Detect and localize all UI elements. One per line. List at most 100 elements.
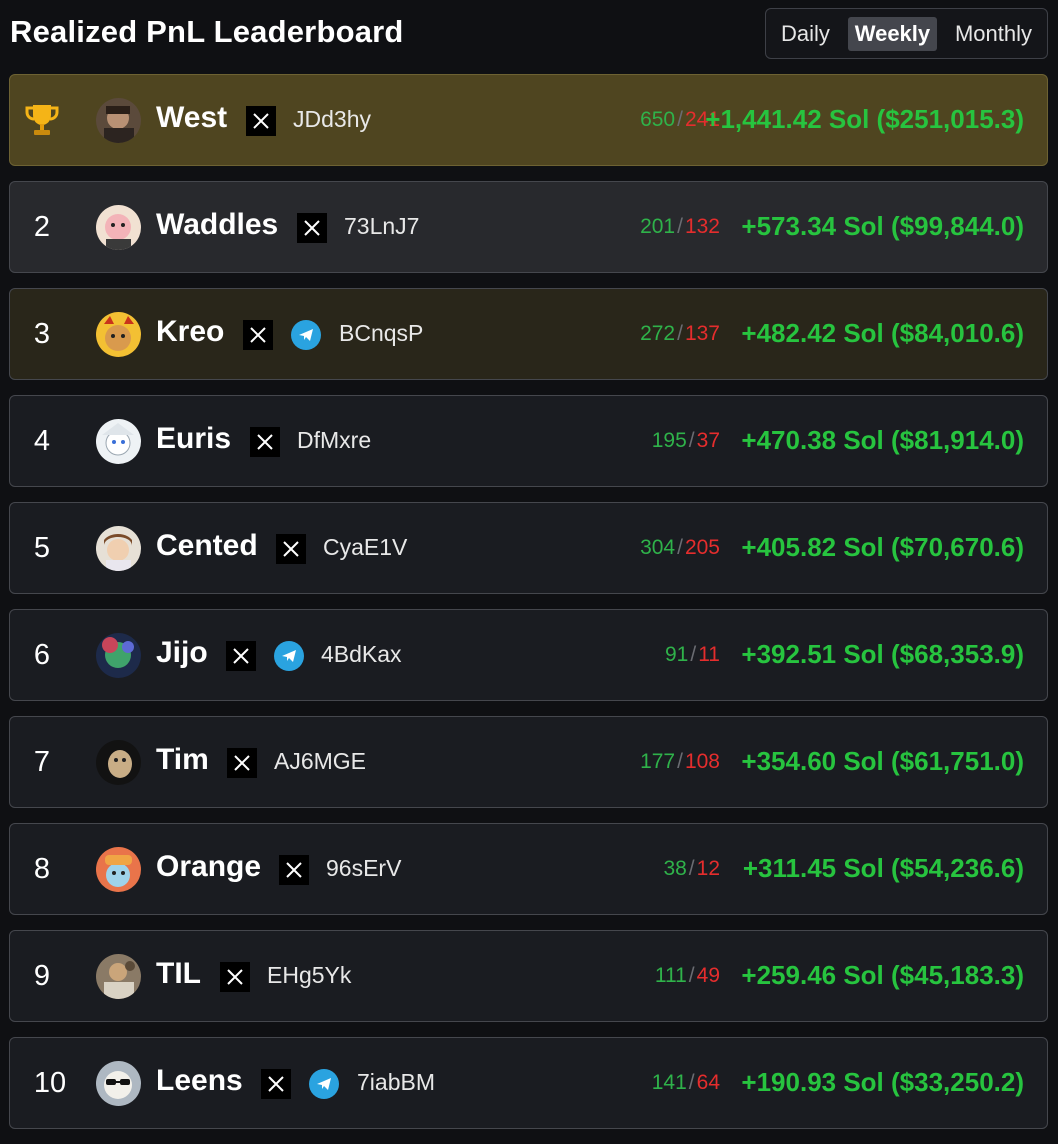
separator: / (677, 215, 683, 238)
rank-number: 4 (33, 424, 51, 457)
rank-number: 6 (33, 638, 51, 671)
trader-name[interactable]: Kreo (156, 315, 224, 349)
header: Realized PnL Leaderboard Daily Weekly Mo… (0, 0, 1058, 68)
x-icon[interactable] (227, 748, 257, 778)
wins-count: 195 (651, 429, 687, 452)
realized-pnl: +354.60 Sol ($61,751.0) (741, 746, 1024, 776)
trader-name[interactable]: Waddles (156, 208, 278, 242)
avatar (96, 312, 141, 357)
wallet-address[interactable]: JDd3hy (293, 106, 371, 133)
rank-number: 9 (33, 959, 51, 992)
trader-name[interactable]: Orange (156, 850, 261, 884)
leaderboard-row[interactable]: 10 Leens 7iabBM 141/64 +190.93 Sol ($33,… (9, 1037, 1048, 1129)
x-icon[interactable] (261, 1069, 291, 1099)
leaderboard-list: West JDd3hy 650/241 +1,441.42 Sol ($251,… (9, 74, 1048, 1144)
avatar (96, 419, 141, 464)
leaderboard-row[interactable]: 5 Cented CyaE1V 304/205 +405.82 Sol ($70… (9, 502, 1048, 594)
telegram-icon[interactable] (274, 641, 304, 671)
losses-count: 12 (696, 857, 720, 880)
rank-number: 7 (33, 745, 51, 778)
avatar (96, 633, 141, 678)
separator: / (677, 108, 683, 131)
wallet-address[interactable]: 73LnJ7 (344, 213, 419, 240)
win-loss-count: 177/108 (640, 750, 720, 774)
realized-pnl: +190.93 Sol ($33,250.2) (741, 1067, 1024, 1097)
page-title: Realized PnL Leaderboard (10, 14, 404, 49)
avatar (96, 98, 141, 143)
realized-pnl: +573.34 Sol ($99,844.0) (741, 211, 1024, 241)
losses-count: 108 (684, 750, 720, 773)
win-loss-count: 272/137 (640, 322, 720, 346)
leaderboard-row[interactable]: 8 Orange 96sErV 38/12 +311.45 Sol ($54,2… (9, 823, 1048, 915)
avatar (96, 526, 141, 571)
trader-name[interactable]: Leens (156, 1064, 243, 1098)
x-icon[interactable] (246, 106, 276, 136)
realized-pnl: +259.46 Sol ($45,183.3) (741, 960, 1024, 990)
wins-count: 91 (664, 643, 689, 666)
leaderboard-row[interactable]: West JDd3hy 650/241 +1,441.42 Sol ($251,… (9, 74, 1048, 166)
separator: / (677, 536, 683, 559)
x-icon[interactable] (279, 855, 309, 885)
trophy-icon (25, 105, 59, 135)
win-loss-count: 141/64 (652, 1071, 720, 1095)
leaderboard-row[interactable]: 4 Euris DfMxre 195/37 +470.38 Sol ($81,9… (9, 395, 1048, 487)
avatar (96, 954, 141, 999)
losses-count: 11 (698, 643, 720, 666)
wallet-address[interactable]: CyaE1V (323, 534, 407, 561)
losses-count: 137 (684, 322, 720, 345)
losses-count: 49 (696, 964, 720, 987)
separator: / (677, 322, 683, 345)
trader-name[interactable]: Tim (156, 743, 209, 777)
leaderboard-row[interactable]: 6 Jijo 4BdKax 91/11 +392.51 Sol ($68,353… (9, 609, 1048, 701)
realized-pnl: +392.51 Sol ($68,353.9) (741, 639, 1024, 669)
leaderboard-row[interactable]: 7 Tim AJ6MGE 177/108 +354.60 Sol ($61,75… (9, 716, 1048, 808)
wins-count: 177 (640, 750, 676, 773)
x-icon[interactable] (226, 641, 256, 671)
realized-pnl: +482.42 Sol ($84,010.6) (741, 318, 1024, 348)
telegram-icon[interactable] (291, 320, 321, 350)
trader-name[interactable]: Jijo (156, 636, 208, 670)
win-loss-count: 201/132 (640, 215, 720, 239)
win-loss-count: 304/205 (640, 536, 720, 560)
wallet-address[interactable]: AJ6MGE (274, 748, 366, 775)
telegram-icon[interactable] (309, 1069, 339, 1099)
leaderboard-row[interactable]: 2 Waddles 73LnJ7 201/132 +573.34 Sol ($9… (9, 181, 1048, 273)
avatar (96, 740, 141, 785)
win-loss-count: 111/49 (655, 964, 720, 988)
losses-count: 132 (684, 215, 720, 238)
losses-count: 37 (696, 429, 720, 452)
wallet-address[interactable]: 96sErV (326, 855, 401, 882)
x-icon[interactable] (276, 534, 306, 564)
wallet-address[interactable]: BCnqsP (339, 320, 423, 347)
wallet-address[interactable]: 7iabBM (357, 1069, 435, 1096)
rank-1 (10, 75, 74, 165)
x-icon[interactable] (250, 427, 280, 457)
x-icon[interactable] (297, 213, 327, 243)
tab-daily[interactable]: Daily (774, 17, 837, 51)
tab-weekly[interactable]: Weekly (847, 16, 938, 51)
wallet-address[interactable]: 4BdKax (321, 641, 402, 668)
realized-pnl: +470.38 Sol ($81,914.0) (741, 425, 1024, 455)
rank-number: 5 (33, 531, 51, 564)
trader-name[interactable]: Euris (156, 422, 231, 456)
x-icon[interactable] (220, 962, 250, 992)
losses-count: 205 (684, 536, 720, 559)
wallet-address[interactable]: EHg5Yk (267, 962, 351, 989)
wins-count: 141 (651, 1071, 687, 1094)
separator: / (677, 750, 683, 773)
rank-number: 8 (33, 852, 51, 885)
x-icon[interactable] (243, 320, 273, 350)
separator: / (688, 964, 695, 987)
leaderboard-row[interactable]: 9 TIL EHg5Yk 111/49 +259.46 Sol ($45,183… (9, 930, 1048, 1022)
wins-count: 38 (663, 857, 687, 880)
trader-name[interactable]: Cented (156, 529, 258, 563)
trader-name[interactable]: TIL (156, 957, 201, 991)
wins-count: 201 (640, 215, 676, 238)
wallet-address[interactable]: DfMxre (297, 427, 371, 454)
leaderboard-row[interactable]: 3 Kreo BCnqsP 272/137 +482.42 Sol ($84,0… (9, 288, 1048, 380)
tab-monthly[interactable]: Monthly (948, 17, 1039, 51)
realized-pnl: +311.45 Sol ($54,236.6) (742, 853, 1024, 883)
win-loss-count: 38/12 (663, 857, 720, 881)
win-loss-count: 195/37 (652, 429, 720, 453)
trader-name[interactable]: West (156, 101, 227, 135)
